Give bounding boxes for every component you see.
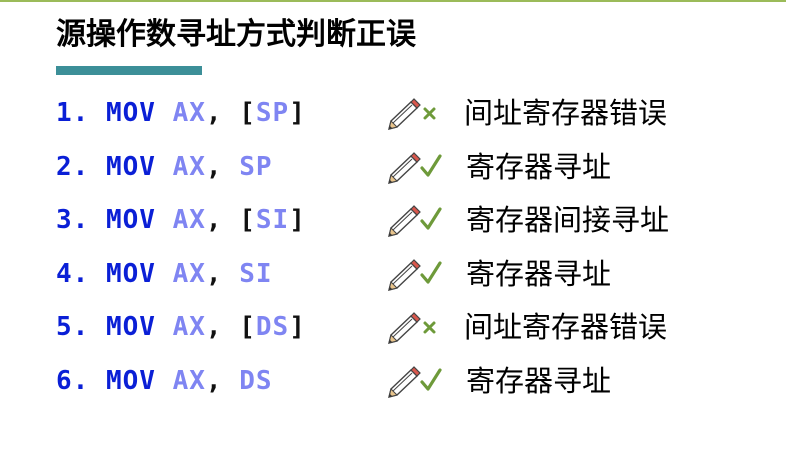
question-row: 2. MOV AX, SP 寄存器寻址: [56, 142, 776, 196]
slide-title: 源操作数寻址方式判断正误: [56, 17, 416, 52]
pencil-icon: [388, 258, 421, 291]
item-number: 1.: [56, 98, 90, 128]
item-number: 4.: [56, 258, 90, 289]
bracket-open: [: [239, 205, 256, 235]
instruction: 6. MOV AX, DS: [56, 361, 273, 401]
verdict-text: 寄存器间接寻址: [466, 203, 670, 237]
judgement-mark: [388, 151, 442, 184]
instruction: 1. MOV AX, [SP]: [56, 93, 306, 133]
destination-register: AX: [172, 151, 206, 182]
check-icon: [420, 207, 442, 230]
pencil-icon: [388, 98, 421, 130]
operand-separator: ,: [205, 365, 223, 396]
cross-icon: [423, 107, 436, 120]
operand-separator: ,: [205, 312, 223, 342]
bracket-open: [: [239, 98, 256, 128]
pencil-icon: [388, 205, 421, 237]
check-icon: [420, 153, 442, 177]
verdict-text: 寄存器寻址: [466, 149, 612, 184]
bracket-close: ]: [289, 205, 306, 235]
bracket-open: [: [239, 312, 256, 342]
operand-separator: ,: [205, 205, 223, 235]
operand-separator: ,: [205, 151, 223, 182]
source-register: DS: [255, 312, 290, 342]
opcode: MOV: [105, 205, 156, 235]
item-number: 6.: [56, 365, 90, 396]
pencil-icon: [388, 151, 421, 184]
check-icon: [420, 260, 442, 284]
opcode: MOV: [105, 258, 156, 289]
judgement-mark: [388, 312, 436, 344]
source-register: SP: [255, 98, 290, 128]
opcode: MOV: [105, 312, 156, 342]
destination-register: AX: [172, 365, 206, 396]
pencil-icon: [388, 312, 421, 344]
instruction: 5. MOV AX, [DS]: [56, 307, 306, 347]
pencil-icon: [388, 365, 421, 398]
verdict-text: 间址寄存器错误: [464, 96, 668, 130]
item-number: 3.: [56, 205, 90, 235]
instruction: 2. MOV AX, SP: [56, 147, 273, 187]
destination-register: AX: [172, 312, 206, 342]
destination-register: AX: [172, 205, 206, 235]
cross-icon: [423, 321, 436, 334]
opcode: MOV: [105, 151, 156, 182]
judgement-mark: [388, 258, 442, 291]
check-icon: [420, 367, 442, 391]
bracket-close: ]: [289, 98, 306, 128]
verdict-text: 寄存器寻址: [466, 256, 612, 291]
operand-separator: ,: [205, 98, 223, 128]
question-row: 3. MOV AX, [SI] 寄存器间接寻址: [56, 195, 776, 249]
destination-register: AX: [172, 98, 206, 128]
source-register: SP: [239, 151, 273, 182]
question-row: 1. MOV AX, [SP] 间址寄存器错误: [56, 88, 776, 142]
question-row: 6. MOV AX, DS 寄存器寻址: [56, 356, 776, 410]
opcode: MOV: [105, 98, 156, 128]
source-register: DS: [239, 365, 273, 396]
item-number: 5.: [56, 312, 90, 342]
question-list: 1. MOV AX, [SP] 间址寄存器错误 2. MOV AX, SP 寄存…: [56, 88, 776, 409]
verdict-text: 寄存器寻址: [466, 363, 612, 398]
title-accent-bar: [56, 66, 202, 75]
item-number: 2.: [56, 151, 90, 182]
judgement-mark: [388, 365, 442, 398]
top-rule: [0, 0, 786, 2]
question-row: 5. MOV AX, [DS] 间址寄存器错误: [56, 302, 776, 356]
bracket-close: ]: [289, 312, 306, 342]
opcode: MOV: [105, 365, 156, 396]
source-register: SI: [239, 258, 273, 289]
judgement-mark: [388, 98, 436, 130]
destination-register: AX: [172, 258, 206, 289]
judgement-mark: [388, 205, 442, 237]
operand-separator: ,: [205, 258, 223, 289]
question-row: 4. MOV AX, SI 寄存器寻址: [56, 249, 776, 303]
verdict-text: 间址寄存器错误: [464, 310, 668, 344]
instruction: 4. MOV AX, SI: [56, 254, 273, 294]
instruction: 3. MOV AX, [SI]: [56, 200, 306, 240]
source-register: SI: [255, 205, 290, 235]
